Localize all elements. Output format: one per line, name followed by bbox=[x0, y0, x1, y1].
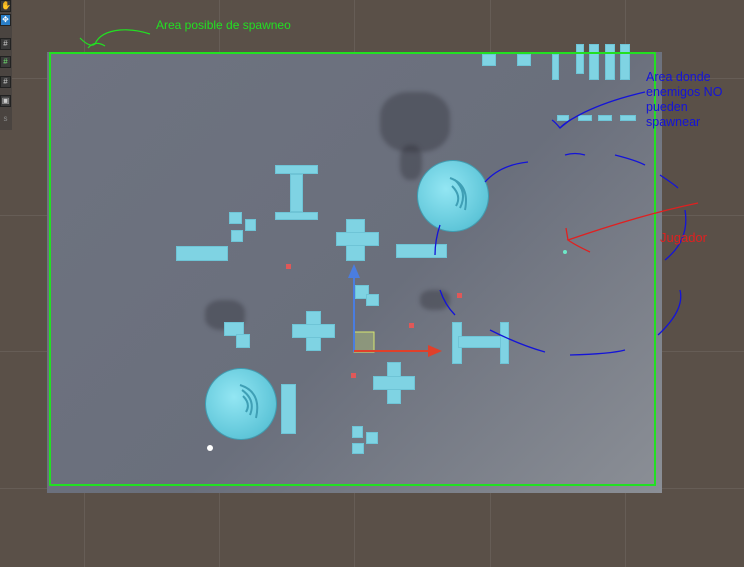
spawner-detail bbox=[239, 384, 259, 419]
player-label: Jugador bbox=[660, 230, 707, 245]
gizmo-plane-handle[interactable] bbox=[353, 331, 375, 353]
no-spawn-boundary bbox=[659, 174, 679, 189]
player-pointer bbox=[565, 227, 569, 241]
no-spawn-boundary bbox=[489, 329, 546, 353]
gizmo-y-arrow-icon[interactable] bbox=[348, 264, 360, 278]
no-spawn-boundary bbox=[439, 289, 456, 316]
spawn-area-pointer bbox=[87, 42, 106, 49]
no-spawn-boundary bbox=[614, 154, 646, 166]
no-spawn-boundary bbox=[569, 349, 626, 356]
no-spawn-boundary bbox=[434, 224, 441, 256]
spawn-area-label: Area posible de spawneo bbox=[156, 18, 291, 32]
no-spawn-pointer bbox=[559, 119, 571, 129]
no-spawn-boundary bbox=[657, 289, 682, 336]
annotation-overlay bbox=[79, 29, 699, 451]
player-point[interactable] bbox=[563, 250, 567, 254]
no-spawn-boundary bbox=[564, 152, 586, 156]
no-spawn-area-label: Area donde enemigos NO pueden spawnear bbox=[646, 70, 723, 129]
gizmo-x-arrow-icon[interactable] bbox=[428, 345, 442, 357]
spawn-area-pointer bbox=[79, 29, 151, 46]
light-icon bbox=[207, 445, 213, 451]
spawner-detail bbox=[449, 177, 467, 211]
no-spawn-boundary bbox=[484, 161, 529, 183]
